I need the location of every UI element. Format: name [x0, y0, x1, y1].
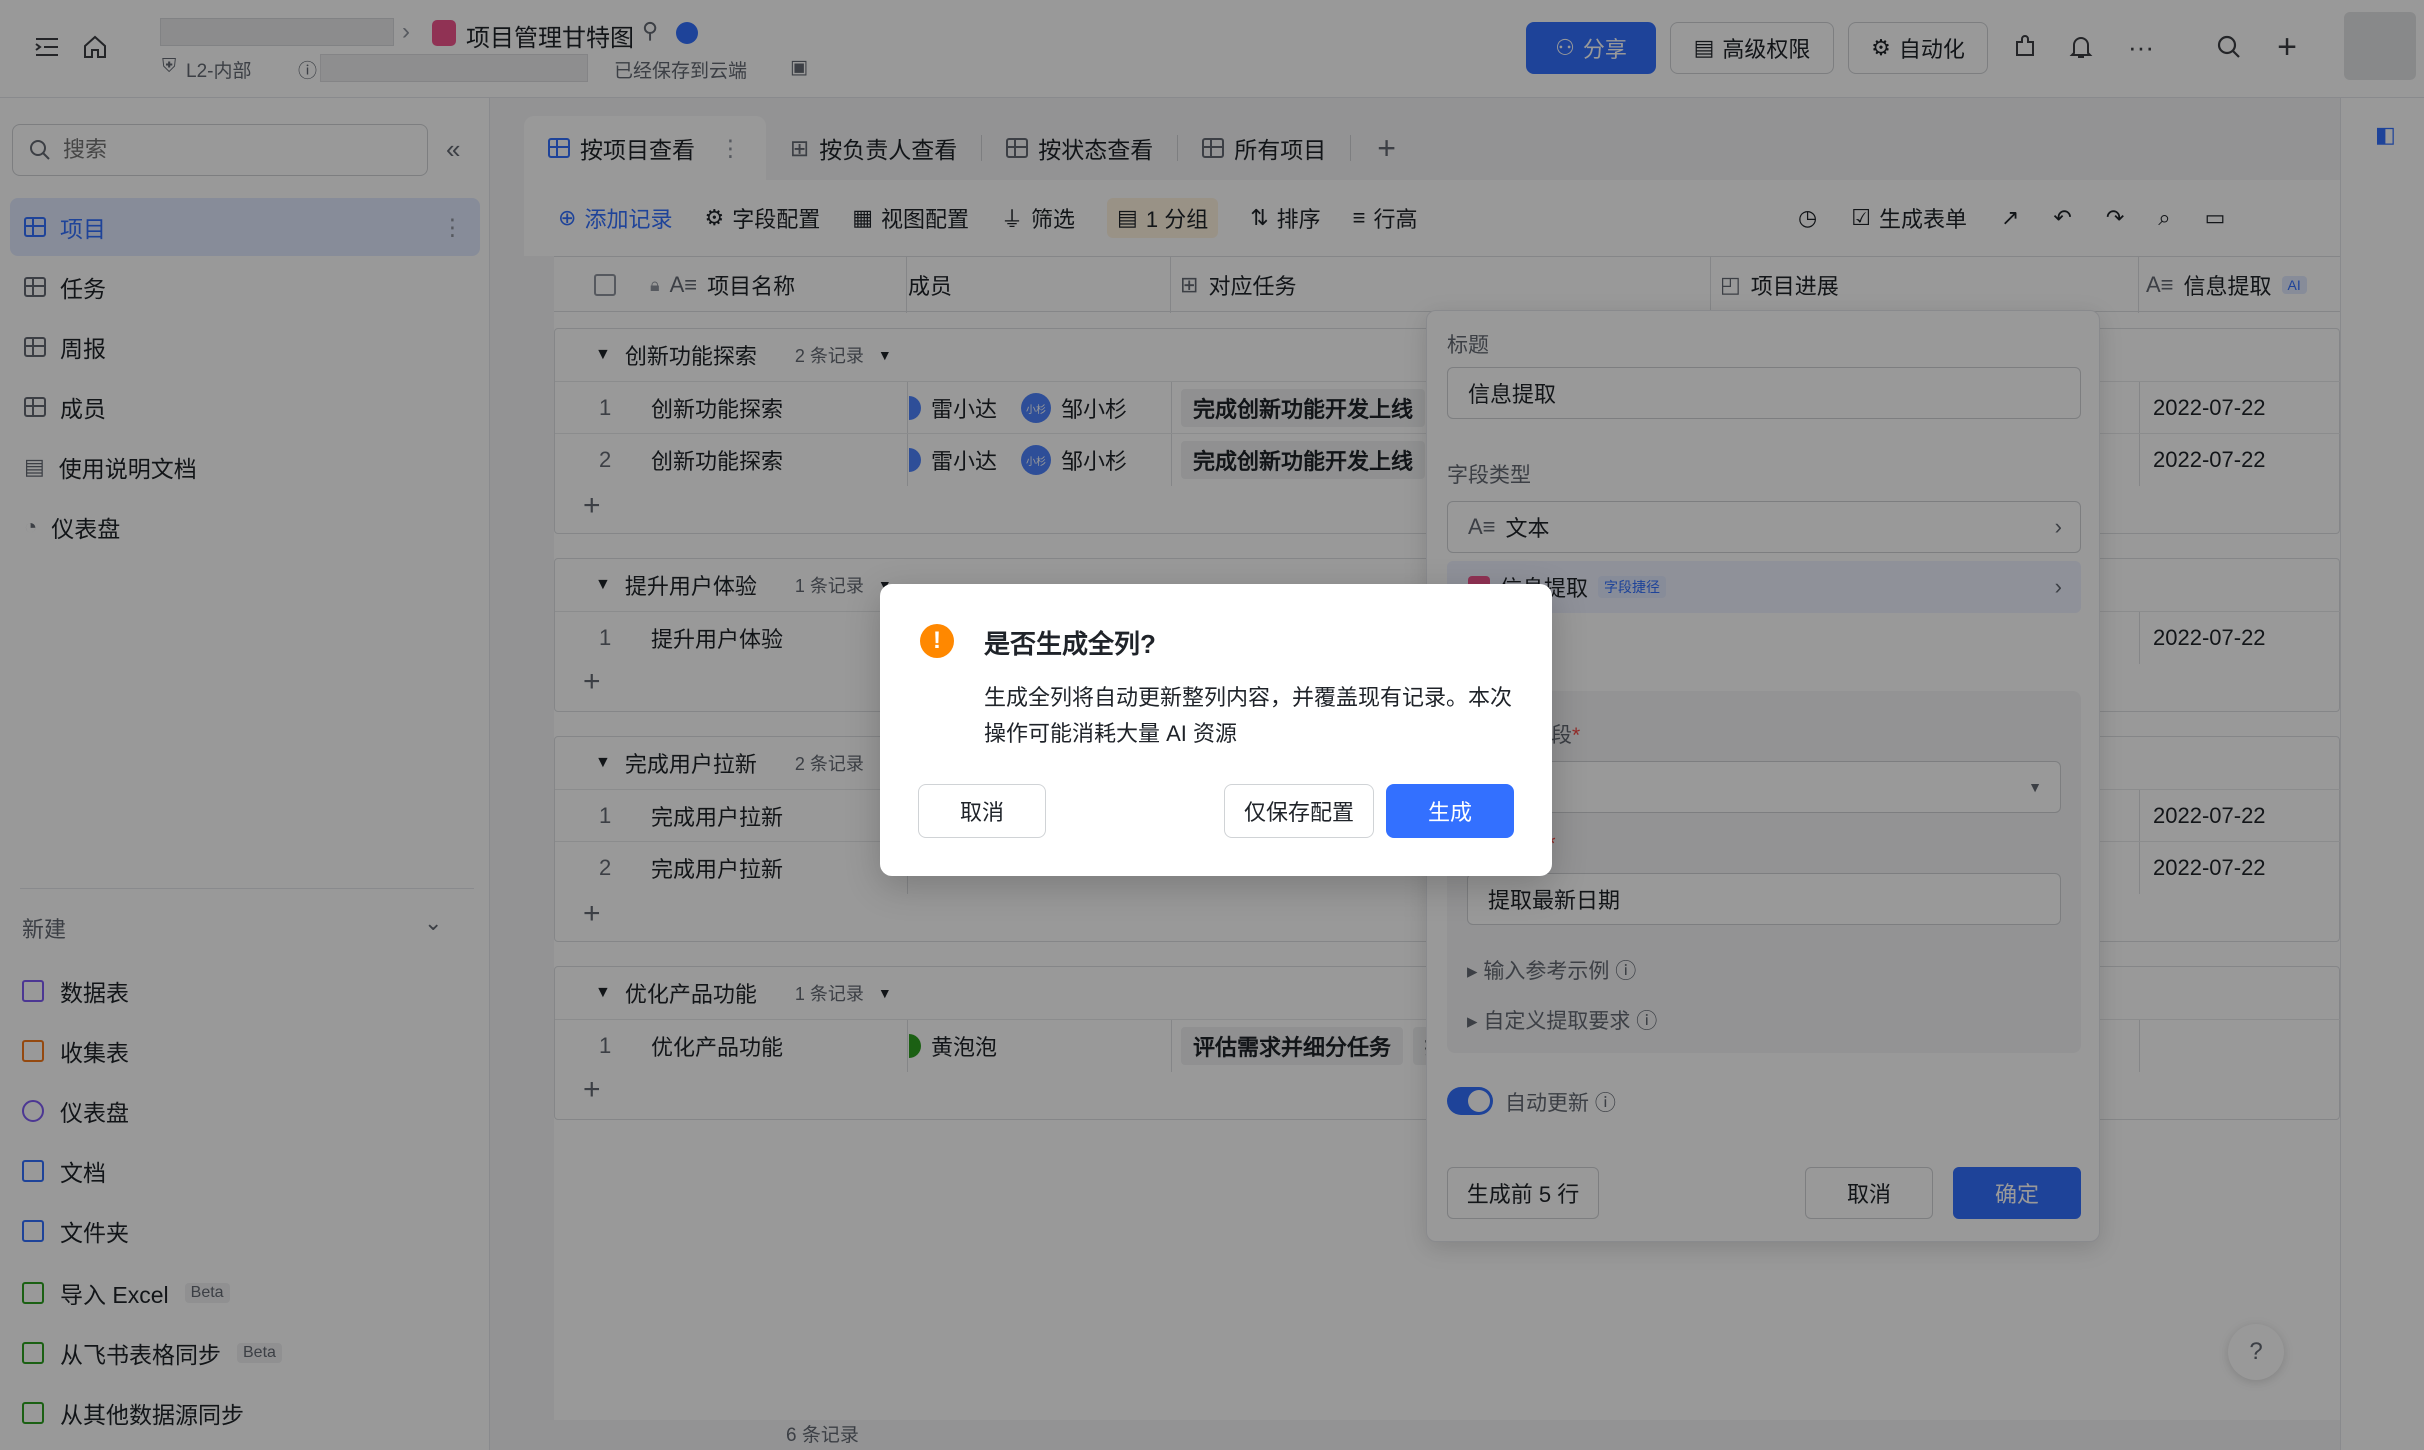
generate-button[interactable]: 生成	[1386, 784, 1514, 838]
warning-icon: !	[920, 624, 954, 658]
dialog-title: 是否生成全列?	[984, 629, 1156, 659]
dialog-body: 生成全列将自动更新整列内容，并覆盖现有记录。本次操作可能消耗大量 AI 资源	[984, 685, 1513, 746]
save-config-only-button[interactable]: 仅保存配置	[1224, 784, 1374, 838]
dialog-cancel-button[interactable]: 取消	[918, 784, 1046, 838]
generate-column-dialog: ! 是否生成全列? 生成全列将自动更新整列内容，并覆盖现有记录。本次操作可能消耗…	[880, 584, 1552, 876]
